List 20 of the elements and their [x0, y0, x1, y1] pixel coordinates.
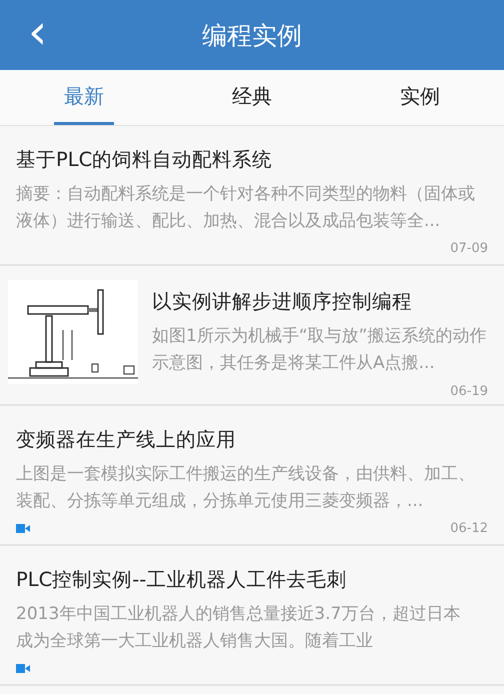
article-title: 基于PLC的饲料自动配料系统 — [16, 146, 274, 172]
article-summary: 摘要：自动配料系统是一个针对各种不同类型的物料（固体或液体）进行输送、配比、加热、混合以及成品包装等全... — [16, 182, 476, 232]
article-title: PLC控制实例--工业机器人工件去毛刺 — [16, 566, 348, 592]
tab[interactable]: 经典 — [222, 70, 282, 125]
article-card[interactable]: 变频器在生产线上的应用 上图是一套模拟实际工件搬运的生产线设备，由供料、加工、装配、分拣等单元组成，分拣单元使用三菱变频器，... 06-12 — [0, 406, 504, 546]
article-date: 06-19 — [450, 384, 488, 399]
article-card[interactable]: PLC控制实例--工业机器人工件去毛刺 2013年中国工业机器人的销售总量接近3.7万台，超过日本成为全球第一大工业机器人销售大国。随着工业 — [0, 546, 504, 686]
tab[interactable]: 最新 — [54, 70, 114, 125]
article-summary: 2013年中国工业机器人的销售总量接近3.7万台，超过日本成为全球第一大工业机器人销售大国。随着工业 — [16, 602, 462, 652]
article-date: 06-12 — [450, 520, 488, 536]
tab[interactable]: 实例 — [390, 70, 450, 125]
article-summary: 上图是一套模拟实际工件搬运的生产线设备，由供料、加工、装配、分拣等单元组成，分拣单元使用三菱变频器，... — [16, 462, 476, 512]
article-date: 07-09 — [450, 240, 488, 256]
article-title: 变频器在生产线上的应用 — [16, 426, 237, 452]
page-title: 编程实例 — [202, 20, 302, 52]
article-summary: 如图1所示为机械手“取与放”搬运系统的动作示意图，其任务是将某工件从A点搬... — [152, 324, 488, 374]
article-title: 以实例讲解步进顺序控制编程 — [152, 288, 413, 314]
article-card[interactable]: 基于PLC的饲料自动配料系统 摘要：自动配料系统是一个针对各种不同类型的物料（固体或液体）进行输送、配比、加热、混合以及成品包装等全... 07-09 — [0, 126, 504, 266]
back-button[interactable]: ‹ — [22, 12, 54, 52]
article-card[interactable]: 以实例讲解步进顺序控制编程 如图1所示为机械手“取与放”搬运系统的动作示意图，其任务是将某工件从A点搬... 06-19 — [0, 266, 504, 406]
